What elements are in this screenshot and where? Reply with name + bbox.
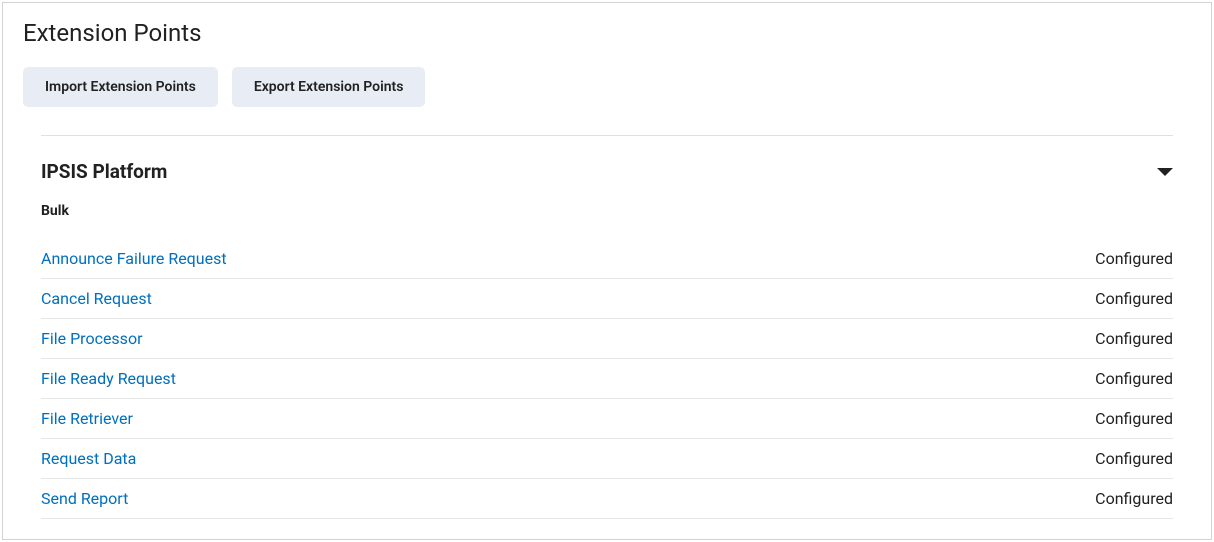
extension-point-link[interactable]: File Retriever: [41, 409, 133, 428]
status-label: Configured: [1095, 409, 1173, 428]
page-title: Extension Points: [23, 19, 1191, 47]
extension-point-link[interactable]: Cancel Request: [41, 289, 152, 308]
extension-point-link[interactable]: Request Data: [41, 449, 136, 468]
extension-point-link[interactable]: File Processor: [41, 329, 142, 348]
section-header-toggle[interactable]: IPSIS Platform: [41, 160, 1173, 183]
extension-point-link[interactable]: Send Report: [41, 489, 128, 508]
toolbar: Import Extension Points Export Extension…: [23, 67, 1191, 107]
status-label: Configured: [1095, 289, 1173, 308]
section-title: IPSIS Platform: [41, 160, 167, 183]
extension-point-link[interactable]: File Ready Request: [41, 369, 176, 388]
table-row: Announce Failure Request Configured: [41, 239, 1173, 279]
extension-point-link[interactable]: Announce Failure Request: [41, 249, 227, 268]
subsection-title: Bulk: [41, 203, 1173, 219]
status-label: Configured: [1095, 329, 1173, 348]
status-label: Configured: [1095, 249, 1173, 268]
section-divider: [41, 135, 1173, 136]
table-row: Send Report Configured: [41, 479, 1173, 519]
section-ipsis-platform: IPSIS Platform Bulk Announce Failure Req…: [23, 160, 1191, 519]
status-label: Configured: [1095, 489, 1173, 508]
page-container: Extension Points Import Extension Points…: [2, 2, 1212, 540]
table-row: File Ready Request Configured: [41, 359, 1173, 399]
status-label: Configured: [1095, 449, 1173, 468]
export-extension-points-button[interactable]: Export Extension Points: [232, 67, 426, 107]
status-label: Configured: [1095, 369, 1173, 388]
table-row: Cancel Request Configured: [41, 279, 1173, 319]
table-row: File Processor Configured: [41, 319, 1173, 359]
chevron-down-icon: [1157, 168, 1173, 176]
table-row: File Retriever Configured: [41, 399, 1173, 439]
import-extension-points-button[interactable]: Import Extension Points: [23, 67, 218, 107]
table-row: Request Data Configured: [41, 439, 1173, 479]
